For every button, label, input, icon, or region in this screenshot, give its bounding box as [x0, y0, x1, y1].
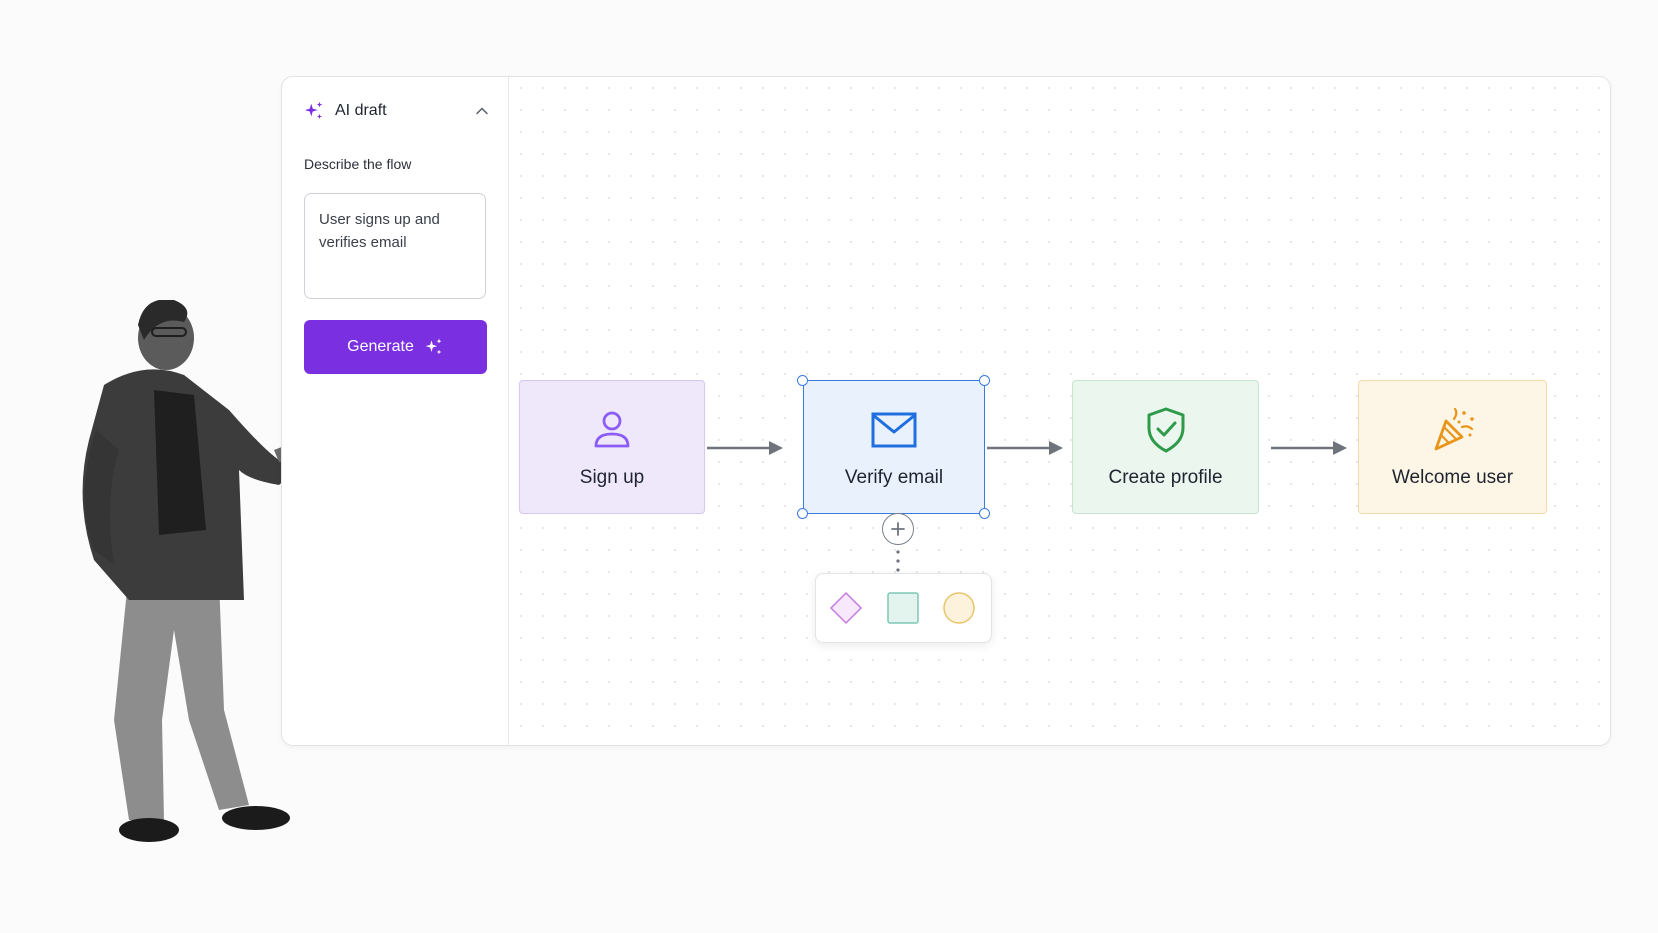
node-label: Create profile — [1108, 467, 1223, 488]
ai-draft-header[interactable]: AI draft — [303, 98, 489, 124]
connector-arrow — [707, 441, 783, 455]
resize-handle[interactable] — [979, 375, 990, 386]
node-label: Verify email — [844, 467, 944, 488]
user-icon — [594, 411, 630, 448]
node-create-profile[interactable]: Create profile — [1072, 380, 1259, 514]
ai-draft-title: AI draft — [335, 102, 387, 119]
sparkle-icon — [425, 338, 442, 355]
envelope-icon — [871, 412, 917, 448]
resize-handle[interactable] — [797, 508, 808, 519]
diamond-shape-icon[interactable] — [829, 591, 863, 625]
plus-icon — [891, 522, 905, 536]
describe-flow-label: Describe the flow — [304, 156, 412, 172]
flow-description-input[interactable]: User signs up and verifies email — [304, 193, 486, 299]
ai-draft-panel: AI draft Describe the flow User signs up… — [282, 77, 509, 745]
node-label: Welcome user — [1391, 467, 1514, 488]
chevron-up-icon[interactable] — [475, 104, 489, 118]
connector-arrow — [987, 441, 1063, 455]
connector-arrow — [1271, 441, 1347, 455]
dotted-connector — [896, 550, 900, 572]
circle-shape-icon[interactable] — [942, 591, 976, 625]
square-shape-icon[interactable] — [886, 591, 920, 625]
node-verify-email[interactable]: Verify email — [803, 380, 985, 514]
node-welcome-user[interactable]: Welcome user — [1358, 380, 1547, 514]
generate-button[interactable]: Generate — [304, 320, 487, 374]
node-label: Sign up — [579, 467, 645, 488]
node-sign-up[interactable]: Sign up — [519, 380, 705, 514]
sparkle-icon — [304, 101, 323, 120]
shield-check-icon — [1147, 407, 1184, 453]
add-step-button[interactable] — [882, 513, 914, 545]
flow-canvas[interactable]: Sign up Verify email Create profile Welc… — [510, 77, 1610, 745]
resize-handle[interactable] — [979, 508, 990, 519]
party-popper-icon — [1434, 407, 1474, 451]
generate-label: Generate — [347, 338, 414, 355]
shape-picker — [815, 573, 992, 643]
app-window: AI draft Describe the flow User signs up… — [281, 76, 1611, 746]
resize-handle[interactable] — [797, 375, 808, 386]
